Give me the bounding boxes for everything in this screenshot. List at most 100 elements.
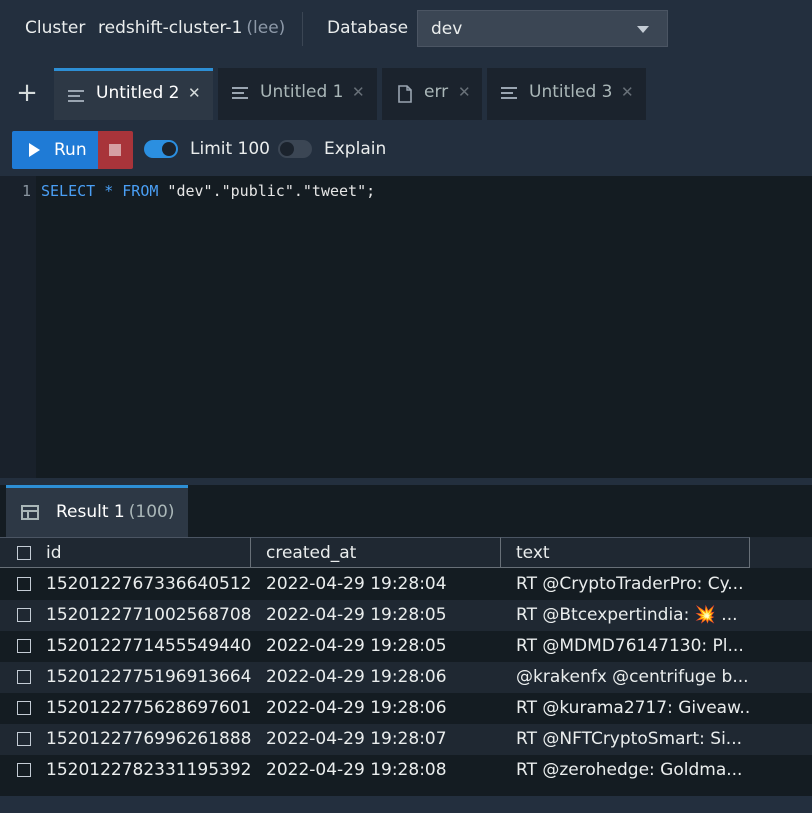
close-icon[interactable]: ✕ bbox=[352, 83, 365, 101]
sql-keyword: FROM bbox=[122, 182, 159, 200]
tab-untitled-3[interactable]: Untitled 3 ✕ bbox=[487, 68, 646, 120]
cell-id-value: 1520122776996261888 bbox=[46, 729, 251, 749]
table-row[interactable]: 1520122771002568708 2022-04-29 19:28:05 RT… bbox=[0, 600, 812, 631]
tab-result-1[interactable]: Result 1 (100) bbox=[6, 485, 188, 537]
sql-code-line[interactable]: SELECT * FROM "dev"."public"."tweet"; bbox=[41, 182, 375, 200]
tab-label: err bbox=[424, 82, 449, 102]
database-select[interactable]: dev bbox=[417, 10, 668, 47]
table-row[interactable]: 1520122775196913664 2022-04-29 19:28:06 @k… bbox=[0, 662, 812, 693]
column-header-text[interactable]: text bbox=[501, 537, 750, 568]
run-button[interactable]: Run bbox=[12, 131, 98, 169]
line-gutter: 1 bbox=[0, 176, 36, 478]
table-row[interactable]: 1520122782331195392 2022-04-29 19:28:08 RT… bbox=[0, 755, 812, 786]
column-header-label: id bbox=[46, 543, 62, 563]
explain-label: Explain bbox=[324, 139, 387, 159]
caret-down-icon bbox=[637, 26, 649, 33]
row-checkbox[interactable] bbox=[17, 639, 31, 653]
table-row[interactable]: 1520122767336640512 2022-04-29 19:28:04 RT… bbox=[0, 569, 812, 600]
cell-created-at: 2022-04-29 19:28:06 bbox=[266, 698, 447, 718]
editor-tabs: + Untitled 2 ✕ Untitled 1 ✕ err ✕ Untitl… bbox=[0, 66, 812, 120]
query-icon bbox=[501, 87, 517, 101]
database-value: dev bbox=[431, 19, 463, 39]
row-checkbox[interactable] bbox=[17, 608, 31, 622]
row-checkbox[interactable] bbox=[17, 763, 31, 777]
table-row[interactable]: 1520122771455549440 2022-04-29 19:28:05 RT… bbox=[0, 631, 812, 662]
cell-text: RT @zerohedge: Goldma... bbox=[516, 760, 743, 780]
cell-created-at: 2022-04-29 19:28:08 bbox=[266, 760, 447, 780]
row-checkbox[interactable] bbox=[17, 701, 31, 715]
result-tabs: Result 1 (100) bbox=[0, 485, 812, 537]
cell-text: @krakenfx @centrifuge b... bbox=[516, 667, 749, 687]
results-grid: id created_at text 1520122767336640512 20… bbox=[0, 537, 812, 813]
add-tab-button[interactable]: + bbox=[14, 78, 40, 108]
cell-text: RT @NFTCryptoSmart: Si... bbox=[516, 729, 743, 749]
cell-id: 1520122776996261888 bbox=[0, 724, 251, 755]
top-bar: Cluster redshift-cluster-1 (lee) Database… bbox=[0, 0, 812, 58]
divider bbox=[302, 12, 303, 46]
cell-id-value: 1520122775196913664 bbox=[46, 667, 251, 687]
select-all-checkbox[interactable] bbox=[17, 546, 31, 560]
sql-keyword: SELECT bbox=[41, 182, 96, 200]
query-toolbar: Run Limit 100 Explain bbox=[0, 120, 812, 176]
tab-err[interactable]: err ✕ bbox=[382, 68, 482, 120]
cell-id-value: 1520122767336640512 bbox=[46, 574, 251, 594]
header-row: id created_at text bbox=[0, 537, 812, 568]
cluster-selector[interactable]: redshift-cluster-1 (lee) bbox=[98, 18, 285, 38]
cell-id-value: 1520122771455549440 bbox=[46, 636, 251, 656]
tab-label: Untitled 1 bbox=[260, 82, 344, 102]
limit-label: Limit 100 bbox=[190, 139, 270, 159]
cell-text: RT @MDMD76147130: Pl... bbox=[516, 636, 744, 656]
query-icon bbox=[68, 90, 84, 104]
cell-text: RT @Btcexpertindia: 💥 ... bbox=[516, 605, 738, 625]
cell-id-value: 1520122771002568708 bbox=[46, 605, 251, 625]
close-icon[interactable]: ✕ bbox=[188, 84, 201, 102]
toggle-knob bbox=[280, 142, 294, 156]
query-icon bbox=[232, 87, 248, 101]
sql-keyword: * bbox=[104, 182, 114, 200]
column-header-created-at[interactable]: created_at bbox=[251, 537, 501, 568]
cell-id: 1520122767336640512 bbox=[0, 569, 251, 600]
cluster-name: redshift-cluster-1 bbox=[98, 18, 243, 38]
line-number: 1 bbox=[22, 182, 32, 200]
tab-untitled-2[interactable]: Untitled 2 ✕ bbox=[54, 68, 213, 120]
cell-id: 1520122771002568708 bbox=[0, 600, 251, 631]
cell-id: 1520122775196913664 bbox=[0, 662, 251, 693]
cell-text: RT @CryptoTraderPro: Cy... bbox=[516, 574, 744, 594]
limit-toggle[interactable] bbox=[144, 140, 178, 158]
cell-id: 1520122775628697601 bbox=[0, 693, 251, 724]
panel-splitter[interactable] bbox=[0, 478, 812, 485]
cell-id-value: 1520122782331195392 bbox=[46, 760, 251, 780]
run-label: Run bbox=[54, 140, 87, 160]
cluster-user: (lee) bbox=[246, 18, 286, 38]
file-icon bbox=[398, 85, 412, 103]
tab-label: Untitled 2 bbox=[96, 83, 180, 103]
tab-label: Untitled 3 bbox=[529, 82, 613, 102]
stop-icon bbox=[109, 144, 121, 156]
sql-editor[interactable]: 1 SELECT * FROM "dev"."public"."tweet"; bbox=[0, 176, 812, 478]
horizontal-scrollbar[interactable] bbox=[0, 796, 812, 813]
close-icon[interactable]: ✕ bbox=[458, 83, 471, 101]
cell-created-at: 2022-04-29 19:28:04 bbox=[266, 574, 447, 594]
explain-toggle[interactable] bbox=[278, 140, 312, 158]
cell-created-at: 2022-04-29 19:28:05 bbox=[266, 605, 447, 625]
row-checkbox[interactable] bbox=[17, 577, 31, 591]
table-icon bbox=[21, 505, 39, 520]
cell-created-at: 2022-04-29 19:28:05 bbox=[266, 636, 447, 656]
cell-id: 1520122771455549440 bbox=[0, 631, 251, 662]
column-header-id[interactable]: id bbox=[0, 537, 251, 568]
cell-id: 1520122782331195392 bbox=[0, 755, 251, 786]
row-checkbox[interactable] bbox=[17, 732, 31, 746]
result-tab-label: Result 1 bbox=[56, 502, 125, 522]
database-label: Database bbox=[327, 18, 409, 38]
close-icon[interactable]: ✕ bbox=[621, 83, 634, 101]
tab-untitled-1[interactable]: Untitled 1 ✕ bbox=[218, 68, 377, 120]
table-row[interactable]: 1520122775628697601 2022-04-29 19:28:06 RT… bbox=[0, 693, 812, 724]
table-row[interactable]: 1520122776996261888 2022-04-29 19:28:07 RT… bbox=[0, 724, 812, 755]
row-checkbox[interactable] bbox=[17, 670, 31, 684]
result-count: (100) bbox=[128, 502, 175, 522]
stop-button[interactable] bbox=[98, 131, 133, 169]
sql-text: "dev"."public"."tweet"; bbox=[158, 182, 376, 200]
cell-created-at: 2022-04-29 19:28:07 bbox=[266, 729, 447, 749]
